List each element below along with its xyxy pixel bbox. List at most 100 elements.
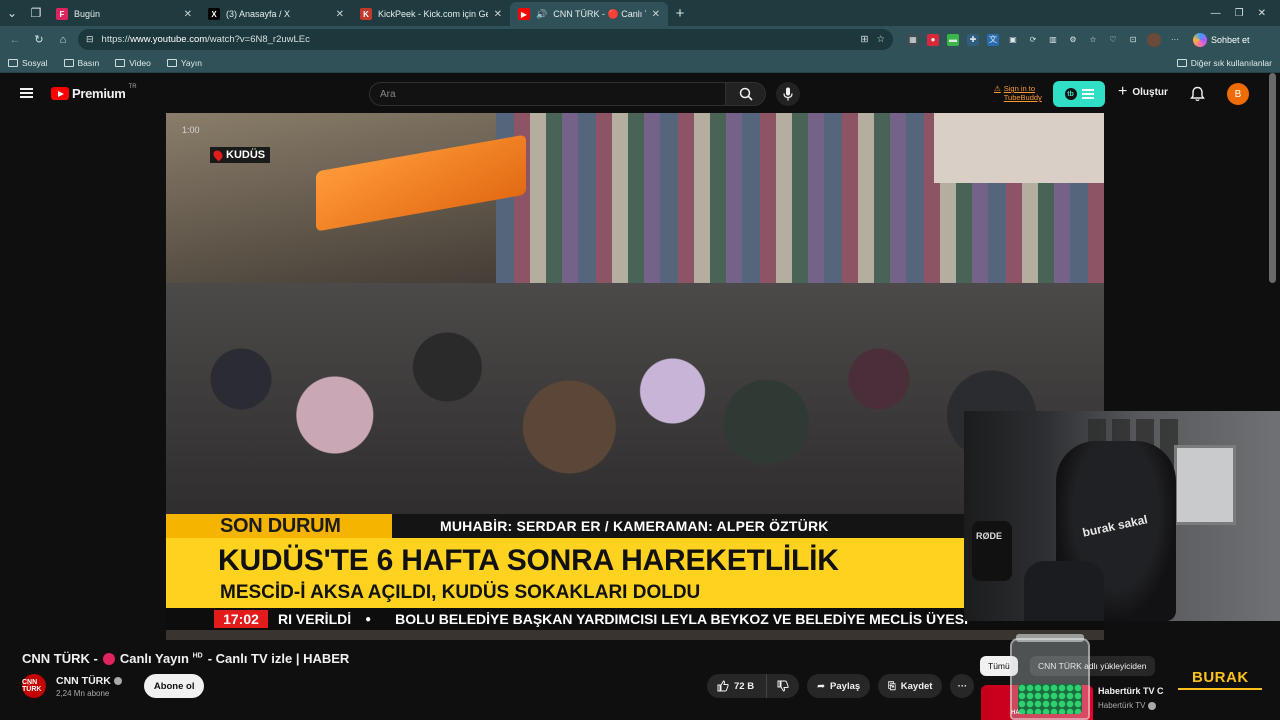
- user-avatar[interactable]: B: [1227, 83, 1249, 105]
- tab-list-chevron-icon[interactable]: ⌄: [0, 1, 24, 25]
- site-info-icon[interactable]: ⊟: [86, 34, 94, 45]
- workspaces-icon[interactable]: ❐: [24, 1, 48, 25]
- more-menu-icon[interactable]: ···: [1169, 34, 1181, 46]
- tab-title: KickPeek - Kick.com için Gerçek Za: [378, 9, 488, 19]
- new-tab-plus-icon[interactable]: +: [668, 1, 692, 25]
- logo-text: Premium: [72, 86, 126, 101]
- share-label: Paylaş: [830, 680, 861, 692]
- folder-icon: [166, 58, 177, 67]
- bookmark-folder-sosyal[interactable]: Sosyal: [8, 58, 48, 68]
- recommended-video-channel[interactable]: Habertürk TV: [1098, 701, 1157, 710]
- favorites-icon[interactable]: ☆: [1087, 34, 1099, 46]
- tab-x-home[interactable]: X (3) Anasayfa / X ✕: [200, 2, 352, 26]
- extension-icon[interactable]: ●: [927, 33, 939, 46]
- logo-region: TR: [128, 84, 137, 90]
- tab-close-icon[interactable]: ✕: [184, 9, 192, 20]
- tab-favicon-icon: K: [360, 8, 372, 20]
- bookmark-label: Yayın: [180, 57, 202, 68]
- menu-hamburger-icon[interactable]: [20, 88, 33, 98]
- location-tag: KUDÜS: [210, 147, 271, 163]
- split-screen-icon[interactable]: ▥: [1047, 34, 1059, 46]
- minimize-icon[interactable]: —: [1211, 8, 1221, 19]
- extension-icon[interactable]: ▬: [947, 33, 959, 46]
- extension-icon[interactable]: ✚: [967, 33, 979, 46]
- plus-icon: +: [1118, 83, 1128, 100]
- page-scrollbar[interactable]: [1269, 73, 1276, 283]
- thumbs-up-icon: [717, 680, 729, 692]
- tab-favicon-icon: ▶: [518, 8, 530, 20]
- subscribe-button[interactable]: Abone ol: [143, 674, 205, 698]
- extension-icon[interactable]: ▣: [1007, 34, 1019, 46]
- tab-bugun[interactable]: F Bugün ✕: [48, 2, 200, 26]
- tubebuddy-extension-button[interactable]: tb: [1053, 81, 1105, 107]
- copilot-button[interactable]: Sohbet et: [1193, 32, 1250, 47]
- translate-icon[interactable]: 文: [987, 33, 999, 46]
- browser-toolbar: ← ↻ ⌂ ⊟ https://www.youtube.com/watch?v=…: [0, 26, 1280, 53]
- home-icon[interactable]: ⌂: [54, 31, 72, 49]
- tab-close-icon[interactable]: ✕: [336, 9, 344, 20]
- extension-icon[interactable]: ▦: [907, 33, 919, 46]
- other-bookmarks[interactable]: Diğer sık kullanılanlar: [1176, 57, 1272, 68]
- thumbs-down-icon: [777, 680, 789, 692]
- bookmark-folder-yayin[interactable]: Yayın: [166, 57, 202, 68]
- search-icon: [739, 87, 753, 101]
- ticker-bullet: ●: [365, 613, 372, 625]
- browser-essentials-icon[interactable]: ♡: [1107, 34, 1119, 46]
- more-actions-button[interactable]: ···: [950, 674, 975, 698]
- profile-avatar[interactable]: [1147, 32, 1161, 47]
- channel-name[interactable]: CNN TÜRK: [56, 675, 122, 687]
- like-button[interactable]: 72 B: [707, 674, 767, 698]
- channel-avatar[interactable]: CNN TÜRK: [22, 674, 46, 698]
- notifications-button[interactable]: [1190, 86, 1205, 107]
- streamer-name-underline: [1178, 688, 1262, 690]
- extensions-row: ▦ ● ▬ ✚ 文 ▣ ⟳ ▥ ⚙ ☆ ♡ ⊡ ···: [907, 32, 1181, 47]
- subscriber-count: 2,24 Mn abone: [56, 688, 110, 698]
- screenshot-icon[interactable]: ⊡: [1127, 34, 1139, 46]
- search-button[interactable]: [726, 82, 766, 106]
- address-bar[interactable]: ⊟ https://www.youtube.com/watch?v=6N8_r2…: [78, 29, 893, 50]
- video-actions: 72 B ➦ Paylaş ⎘ Kaydet ···: [707, 674, 975, 698]
- bookmark-label: Diğer sık kullanılanlar: [1190, 57, 1272, 68]
- search-input[interactable]: Ara: [369, 82, 726, 106]
- news-subheadline: MESCİD-İ AKSA AÇILDI, KUDÜS SOKAKLARI DO…: [220, 582, 701, 603]
- tab-kickpeek[interactable]: K KickPeek - Kick.com için Gerçek Za ✕: [352, 2, 510, 26]
- recommended-video-title[interactable]: Habertürk TV C: [1098, 686, 1164, 696]
- title-suffix: - Canlı TV izle | HABER: [207, 651, 350, 666]
- youtube-play-icon: [51, 87, 69, 100]
- window-close-icon[interactable]: ✕: [1258, 8, 1266, 19]
- ticker-text-right: BOLU BELEDİYE BAŞKAN YARDIMCISI LEYLA BE…: [395, 611, 968, 627]
- tubebuddy-signin-link[interactable]: ⚠ Sign in to TubeBuddy: [994, 84, 1042, 102]
- back-arrow-icon[interactable]: ←: [6, 31, 24, 49]
- folder-icon: [8, 58, 18, 67]
- streamer-webcam-overlay: burak sakal RØDE: [964, 411, 1280, 621]
- tab-close-icon[interactable]: ✕: [652, 9, 660, 20]
- extensions-puzzle-icon[interactable]: ⚙: [1067, 34, 1079, 46]
- tab-cnn-turk-active[interactable]: ▶ 🔊 CNN TÜRK - 🔴 Canlı Yayın ᴴ ✕: [510, 2, 668, 26]
- tab-close-icon[interactable]: ✕: [494, 9, 502, 20]
- bookmark-folder-basin[interactable]: Basın: [63, 58, 99, 68]
- bookmarks-bar: Sosyal Basın Video Yayın Diğer sık kulla…: [0, 53, 1280, 73]
- tab-audio-icon[interactable]: 🔊: [536, 9, 547, 20]
- save-button[interactable]: ⎘ Kaydet: [878, 674, 943, 698]
- share-button[interactable]: ➦ Paylaş: [807, 674, 871, 698]
- maximize-icon[interactable]: ❐: [1235, 8, 1244, 19]
- favorite-star-icon[interactable]: ☆: [876, 34, 885, 45]
- reload-icon[interactable]: ↻: [30, 31, 48, 49]
- voice-search-button[interactable]: [776, 82, 800, 106]
- title-prefix: CNN TÜRK -: [22, 651, 98, 666]
- tab-favicon-icon: F: [56, 8, 68, 20]
- save-label: Kaydet: [900, 680, 933, 692]
- tab-favicon-icon: X: [208, 8, 220, 20]
- youtube-premium-logo[interactable]: Premium TR: [51, 84, 137, 101]
- app-available-icon[interactable]: ⊞: [861, 34, 869, 45]
- microphone-brand: RØDE: [976, 531, 1003, 541]
- streamer: [1024, 561, 1104, 621]
- dislike-button[interactable]: [766, 674, 800, 698]
- streamer-name-overlay: BURAK: [1192, 669, 1249, 686]
- create-button[interactable]: + Oluştur: [1118, 84, 1168, 100]
- verified-badge-icon: [113, 676, 122, 685]
- bookmark-folder-video[interactable]: Video: [115, 58, 151, 68]
- refresh-extension-icon[interactable]: ⟳: [1027, 34, 1039, 46]
- video-overlay-time: 1:00: [182, 125, 200, 135]
- channel-row: CNN TÜRK CNN TÜRK 2,24 Mn abone Abone ol: [22, 674, 205, 698]
